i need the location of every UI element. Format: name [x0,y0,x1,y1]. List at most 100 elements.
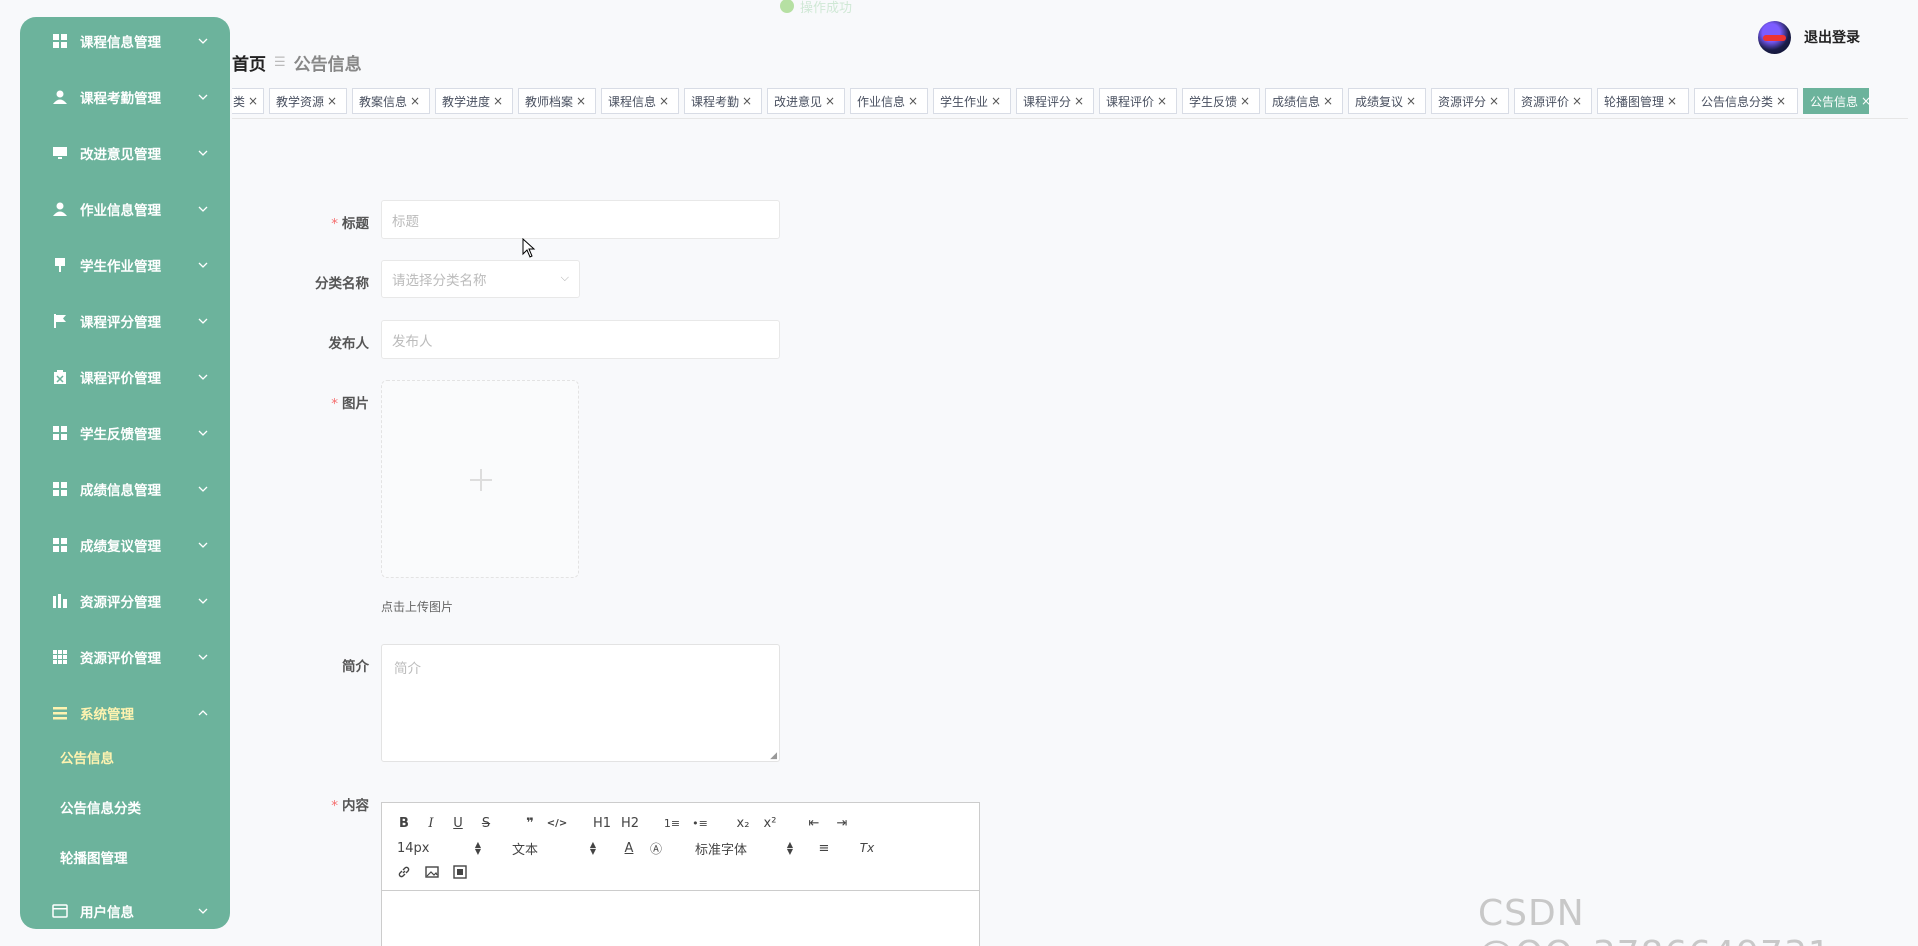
close-icon[interactable]: × [908,94,918,108]
sidebar-item-3[interactable]: 改进意见管理 [20,135,230,171]
close-icon[interactable]: × [410,94,420,108]
outdent-button[interactable]: ⇤ [804,814,824,832]
image-upload[interactable] [381,380,579,578]
tag-1[interactable]: 类 × [232,88,264,114]
close-icon[interactable]: × [1861,94,1871,108]
italic-button[interactable]: I [421,814,441,832]
sidebar-item-5[interactable]: 学生作业管理 [20,247,230,283]
sidebar-item-12[interactable]: 资源评价管理 [20,639,230,675]
tag-15[interactable]: 成绩复议 × [1348,88,1426,114]
editor-toolbar: B I U S ❞ </> H1 H2 1≡ •≡ x₂ x² ⇤ ⇥ 14px… [382,803,979,891]
video-icon[interactable] [450,863,470,881]
close-icon[interactable]: × [991,94,1001,108]
bold-button[interactable]: B [394,814,414,832]
tag-5[interactable]: 教师档案 × [518,88,596,114]
header1-button[interactable]: H1 [590,814,614,832]
font-size-select[interactable]: 14px ▲ ▼ [397,839,481,857]
sidebar-item-user-info[interactable]: 用户信息 [20,893,230,929]
tag-4[interactable]: 教学进度 × [435,88,513,114]
close-icon[interactable]: × [1572,94,1582,108]
superscript-button[interactable]: x² [760,814,780,832]
category-select[interactable]: 请选择分类名称 ⌵ [381,260,580,298]
close-icon[interactable]: × [1157,94,1167,108]
tag-2[interactable]: 教学资源 × [269,88,347,114]
close-icon[interactable]: × [1667,94,1677,108]
close-icon[interactable]: × [1406,94,1416,108]
close-icon[interactable]: × [1240,94,1250,108]
tag-label: 教学资源 [276,94,325,109]
chevron-down-icon [196,34,210,48]
close-icon[interactable]: × [1776,94,1786,108]
close-icon[interactable]: × [327,94,337,108]
sidebar-item-1[interactable]: 课程信息管理 [20,23,230,59]
subscript-button[interactable]: x₂ [733,814,753,832]
sidebar-subitem-1[interactable]: 公告信息 [20,741,230,773]
tag-18[interactable]: 轮播图管理 × [1597,88,1689,114]
tag-20[interactable]: 公告信息 × [1803,88,1871,114]
tag-12[interactable]: 课程评价 × [1099,88,1177,114]
align-button[interactable]: ≡ [814,839,834,857]
resize-handle-icon[interactable]: ◢ [770,751,777,761]
font-color-button[interactable]: A [619,839,639,857]
tag-16[interactable]: 资源评分 × [1431,88,1509,114]
link-icon[interactable] [394,863,414,881]
image-icon[interactable] [422,863,442,881]
close-icon[interactable]: × [248,94,258,108]
blockquote-button[interactable]: ❞ [520,814,540,832]
tag-9[interactable]: 作业信息 × [850,88,928,114]
tag-11[interactable]: 课程评分 × [1016,88,1094,114]
tag-7[interactable]: 课程考勤 × [684,88,762,114]
title-input[interactable]: 标题 [381,200,780,239]
sidebar-item-8[interactable]: 学生反馈管理 [20,415,230,451]
tag-17[interactable]: 资源评价 × [1514,88,1592,114]
close-icon[interactable]: × [1489,94,1499,108]
sidebar-subitem-3[interactable]: 轮播图管理 [20,841,230,873]
publisher-label: 发布人 [279,332,370,352]
close-icon[interactable]: × [659,94,669,108]
tag-13[interactable]: 学生反馈 × [1182,88,1260,114]
summary-textarea[interactable]: 简介 ◢ [381,644,780,762]
close-icon[interactable]: × [742,94,752,108]
tag-label: 学生反馈 [1189,94,1238,109]
sidebar-item-6[interactable]: 课程评分管理 [20,303,230,339]
tag-10[interactable]: 学生作业 × [933,88,1011,114]
font-family-value: 标准字体 [695,842,748,858]
content-label-text: 内容 [342,798,369,814]
logout-button[interactable]: 退出登录 [1804,27,1860,47]
header-select[interactable]: 文本 ▲ ▼ [512,839,596,858]
close-icon[interactable]: × [825,94,835,108]
summary-label: 简介 [279,655,369,675]
sidebar-item-10[interactable]: 成绩复议管理 [20,527,230,563]
sidebar-item-9[interactable]: 成绩信息管理 [20,471,230,507]
underline-button[interactable]: U [448,814,468,832]
close-icon[interactable]: × [1323,94,1333,108]
close-icon[interactable]: × [1074,94,1084,108]
user-icon [52,89,68,105]
tag-6[interactable]: 课程信息 × [601,88,679,114]
sidebar-item-11[interactable]: 资源评分管理 [20,583,230,619]
ordered-list-button[interactable]: 1≡ [662,814,682,832]
avatar[interactable] [1758,21,1791,54]
indent-button[interactable]: ⇥ [832,814,852,832]
tag-label: 作业信息 [857,94,906,109]
breadcrumb-home[interactable]: 首页 [232,50,266,75]
close-icon[interactable]: × [493,94,503,108]
tag-8[interactable]: 改进意见 × [767,88,845,114]
sidebar-item-4[interactable]: 作业信息管理 [20,191,230,227]
strike-button[interactable]: S [476,814,496,832]
clear-format-button[interactable]: Tx [857,839,877,857]
bullet-list-button[interactable]: •≡ [690,814,710,832]
sidebar-item-2[interactable]: 课程考勤管理 [20,79,230,115]
code-block-button[interactable]: </> [547,814,567,832]
sidebar-item-7[interactable]: 课程评价管理 [20,359,230,395]
publisher-input[interactable]: 发布人 [381,320,780,359]
background-color-button[interactable]: Ⓐ [646,839,666,857]
tag-14[interactable]: 成绩信息 × [1265,88,1343,114]
sidebar-subitem-2[interactable]: 公告信息分类 [20,791,230,823]
tag-3[interactable]: 教案信息 × [352,88,430,114]
close-icon[interactable]: × [576,94,586,108]
header2-button[interactable]: H2 [618,814,642,832]
font-family-select[interactable]: 标准字体 ▲ ▼ [695,839,793,858]
sidebar-item-13[interactable]: 系统管理 [20,695,230,731]
tag-19[interactable]: 公告信息分类 × [1694,88,1798,114]
